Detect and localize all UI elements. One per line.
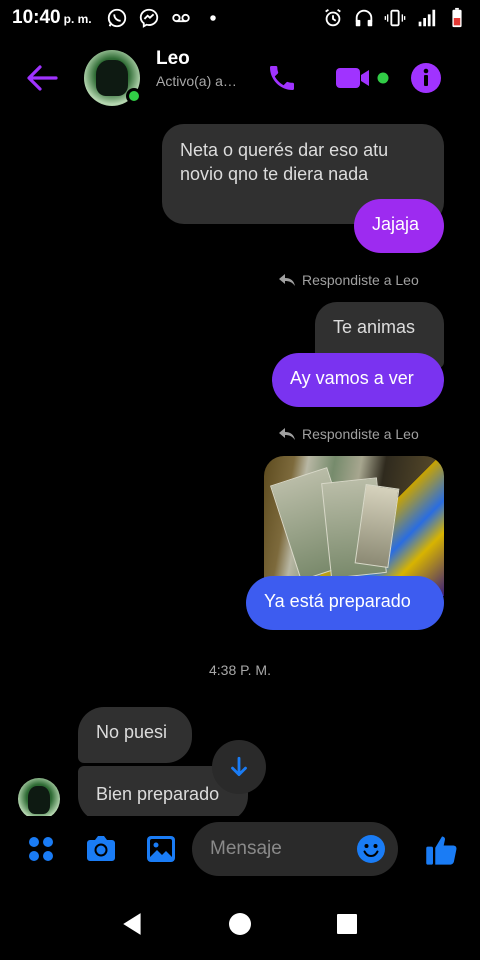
reply-arrow-icon — [279, 428, 295, 440]
online-indicator — [126, 88, 142, 104]
arrow-left-icon — [27, 65, 58, 91]
status-time: 10:40 p. m. — [12, 7, 92, 29]
reply-note-text: Respondiste a Leo — [302, 272, 419, 288]
arrow-down-icon — [231, 756, 247, 776]
emoji-icon — [357, 835, 385, 863]
contact-status: Activo(a) a… — [156, 73, 237, 89]
like-button[interactable] — [422, 830, 462, 870]
info-button[interactable] — [408, 60, 444, 96]
signal-icon — [415, 7, 437, 29]
message-bubble-sent[interactable]: Jajaja — [354, 199, 444, 253]
gallery-icon — [147, 836, 175, 862]
message-bubble-sent[interactable]: Ay vamos a ver — [272, 353, 444, 407]
system-nav-bar — [0, 888, 480, 960]
voice-call-button[interactable] — [264, 60, 300, 96]
thumbs-up-icon — [426, 836, 457, 865]
apps-button[interactable] — [24, 832, 58, 866]
battery-icon — [446, 7, 468, 29]
message-bubble-sent[interactable]: Ya está preparado — [246, 576, 444, 630]
message-input-container — [192, 822, 398, 876]
status-bar: 10:40 p. m. — [0, 0, 480, 36]
gallery-button[interactable] — [144, 832, 178, 866]
chat-header: Leo Activo(a) a… — [0, 40, 480, 116]
reply-note: Respondiste a Leo — [278, 426, 419, 442]
video-call-button[interactable] — [334, 60, 392, 96]
status-meridiem: p. m. — [63, 12, 92, 26]
back-button[interactable] — [22, 60, 62, 96]
camera-icon — [87, 836, 115, 861]
emoji-button[interactable] — [356, 834, 386, 864]
phone-icon — [270, 66, 294, 90]
nav-back-button[interactable] — [113, 904, 153, 944]
whatsapp-icon — [106, 7, 128, 29]
recents-square-icon — [336, 914, 357, 934]
nav-home-button[interactable] — [220, 904, 260, 944]
contact-avatar[interactable] — [84, 50, 142, 106]
apps-icon — [29, 837, 53, 861]
reply-note: Respondiste a Leo — [278, 272, 419, 288]
message-bubble-received[interactable]: No puesi — [78, 707, 192, 763]
nav-recents-button[interactable] — [327, 904, 367, 944]
reply-arrow-icon — [279, 274, 295, 286]
voicemail-icon — [170, 7, 192, 29]
replied-photo[interactable] — [264, 456, 444, 596]
status-time-value: 10:40 — [12, 7, 61, 28]
sender-avatar — [18, 778, 60, 820]
camera-button[interactable] — [84, 832, 118, 866]
contact-name[interactable]: Leo — [156, 48, 190, 70]
back-triangle-icon — [123, 913, 141, 935]
vibrate-icon — [384, 7, 406, 29]
message-input[interactable] — [210, 822, 350, 876]
reply-note-text: Respondiste a Leo — [302, 426, 419, 442]
headphones-icon — [353, 7, 375, 29]
message-timestamp: 4:38 P. M. — [208, 662, 271, 678]
messenger-icon — [138, 7, 160, 29]
scroll-to-bottom-button[interactable] — [212, 740, 266, 794]
info-icon — [411, 63, 441, 93]
home-circle-icon — [228, 913, 251, 935]
video-camera-icon — [336, 68, 389, 88]
dot-icon — [202, 7, 224, 29]
alarm-icon — [322, 7, 344, 29]
